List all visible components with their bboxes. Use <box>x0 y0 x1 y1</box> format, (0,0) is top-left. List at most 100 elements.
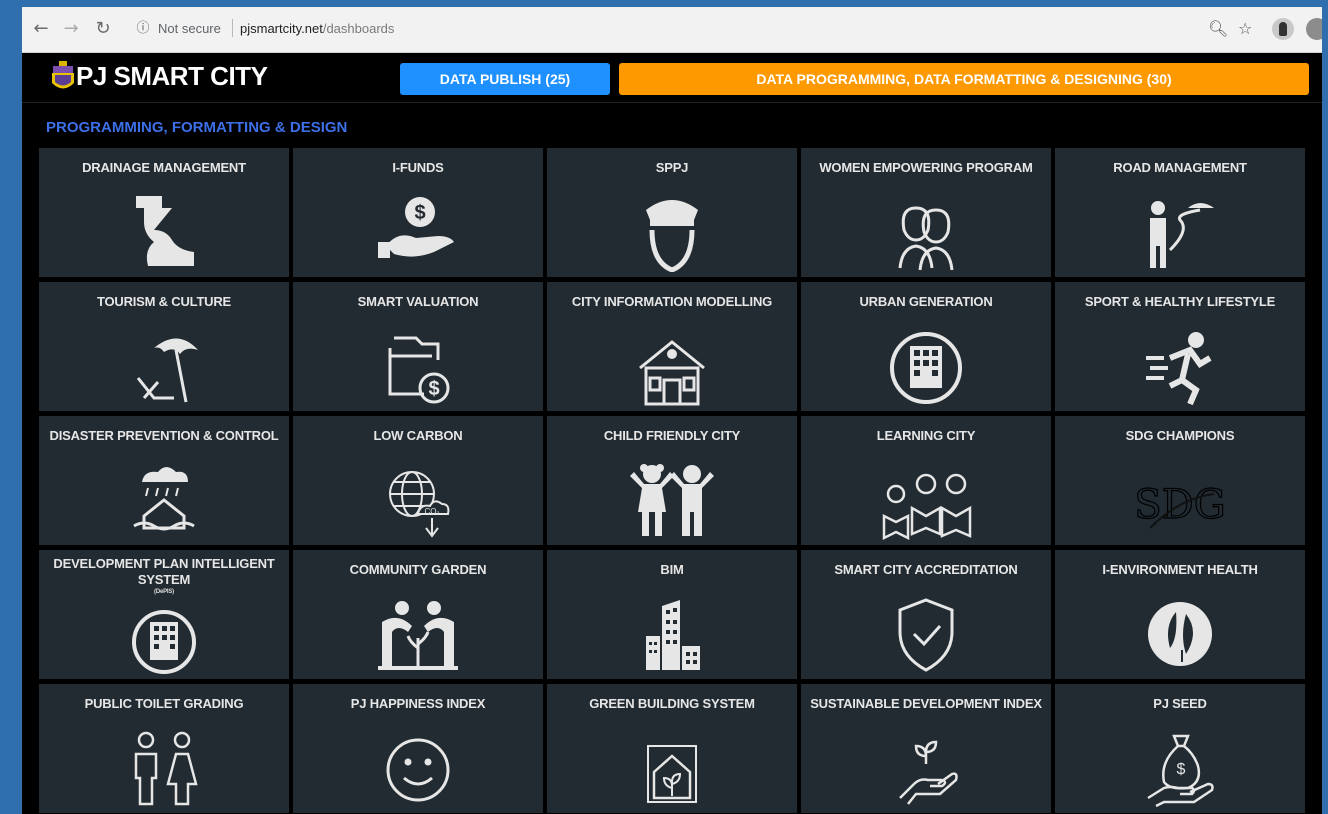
tile-title: SPPJ <box>655 160 689 175</box>
plan-building-icon <box>114 602 214 679</box>
leaf-icon <box>1130 592 1230 674</box>
folder-dollar-icon: $ <box>368 324 468 406</box>
tile-green-building-system[interactable]: GREEN BUILDING SYSTEM <box>547 684 797 813</box>
header-divider <box>22 102 1322 103</box>
tile-title: SUSTAINABLE DEVELOPMENT INDEX <box>810 696 1042 711</box>
tile-i-funds[interactable]: I-FUNDS $ <box>293 148 543 277</box>
data-publish-button[interactable]: DATA PUBLISH (25) <box>400 63 610 95</box>
tile-title: DRAINAGE MANAGEMENT <box>82 160 246 175</box>
tile-tourism-culture[interactable]: TOURISM & CULTURE <box>39 282 289 411</box>
shield-check-icon <box>876 592 976 674</box>
tile-development-plan-intelligent-system[interactable]: DEVELOPMENT PLAN INTELLIGENT SYSTEM (DePI… <box>39 550 289 679</box>
info-icon[interactable]: ⓘ <box>134 20 152 38</box>
tile-title: CHILD FRIENDLY CITY <box>603 428 741 443</box>
section-title: PROGRAMMING, FORMATTING & DESIGN <box>46 119 348 136</box>
dashboard-grid: DRAINAGE MANAGEMENT I-FUNDS $ SPPJ WOMEN… <box>39 148 1305 814</box>
star-icon[interactable]: ☆ <box>1238 19 1252 39</box>
tile-city-information-modelling[interactable]: CITY INFORMATION MODELLING <box>547 282 797 411</box>
tile-sport-healthy-lifestyle[interactable]: SPORT & HEALTHY LIFESTYLE <box>1055 282 1305 411</box>
green-house-icon <box>622 726 722 808</box>
women-icon <box>876 190 976 272</box>
app-title[interactable]: PJ SMART CITY <box>76 61 268 92</box>
tile-title: LOW CARBON <box>373 428 463 443</box>
tile-community-garden[interactable]: COMMUNITY GARDEN <box>293 550 543 679</box>
tile-title: TOURISM & CULTURE <box>96 294 232 309</box>
drainage-icon <box>114 190 214 272</box>
tile-bim[interactable]: BIM <box>547 550 797 679</box>
tile-drainage-management[interactable]: DRAINAGE MANAGEMENT <box>39 148 289 277</box>
sdg-icon: SDG <box>1130 458 1230 540</box>
tile-disaster-prevention-control[interactable]: DISASTER PREVENTION & CONTROL <box>39 416 289 545</box>
tile-i-environment-health[interactable]: I-ENVIRONMENT HEALTH <box>1055 550 1305 679</box>
tile-sdg-champions[interactable]: SDG CHAMPIONS SDG <box>1055 416 1305 545</box>
beach-umbrella-icon <box>114 324 214 406</box>
address-separator <box>232 19 233 37</box>
tile-title: PJ HAPPINESS INDEX <box>350 696 486 711</box>
road-worker-icon <box>1130 190 1230 272</box>
profile-icon[interactable] <box>1306 18 1322 40</box>
building-model-icon <box>622 324 722 406</box>
gardeners-icon <box>368 592 468 674</box>
tile-pj-seed[interactable]: PJ SEED $ <box>1055 684 1305 813</box>
tile-subtitle: (DePIS) <box>154 589 174 595</box>
tile-pj-happiness-index[interactable]: PJ HAPPINESS INDEX <box>293 684 543 813</box>
police-officer-icon <box>622 190 722 273</box>
tile-low-carbon[interactable]: LOW CARBON CO₂ <box>293 416 543 545</box>
toilet-people-icon <box>114 726 214 808</box>
tile-title: BIM <box>660 562 684 577</box>
pj-logo-icon <box>52 61 74 89</box>
runner-icon <box>1130 324 1230 406</box>
browser-toolbar: ← → ↻ ⓘ Not secure pjsmartcity.net/dashb… <box>22 7 1322 53</box>
svg-text:CO₂: CO₂ <box>424 507 439 516</box>
not-secure-label: Not secure <box>158 21 221 36</box>
tile-women-empowering-program[interactable]: WOMEN EMPOWERING PROGRAM <box>801 148 1051 277</box>
tile-smart-city-accreditation[interactable]: SMART CITY ACCREDITATION <box>801 550 1051 679</box>
tile-title: CITY INFORMATION MODELLING <box>571 294 773 309</box>
address-bar-url[interactable]: pjsmartcity.net/dashboards <box>240 21 394 36</box>
tile-title: GREEN BUILDING SYSTEM <box>589 696 755 711</box>
readers-icon <box>876 458 976 541</box>
reload-icon[interactable]: ↻ <box>92 18 114 40</box>
forward-arrow-icon[interactable]: → <box>60 18 82 40</box>
tile-smart-valuation[interactable]: SMART VALUATION $ <box>293 282 543 411</box>
urban-building-icon <box>876 324 976 406</box>
money-bag-icon: $ <box>1130 726 1230 808</box>
tile-title: SDG CHAMPIONS <box>1125 428 1235 443</box>
tile-title: LEARNING CITY <box>876 428 976 443</box>
back-arrow-icon[interactable]: ← <box>30 18 52 40</box>
tile-title: PJ SEED <box>1153 696 1207 711</box>
smiley-icon <box>368 726 468 808</box>
tile-title: DISASTER PREVENTION & CONTROL <box>49 428 279 443</box>
extension-avatar-icon[interactable] <box>1272 18 1294 40</box>
zoom-icon[interactable]: 🔍︎ <box>1208 19 1228 39</box>
tile-title: COMMUNITY GARDEN <box>349 562 487 577</box>
url-path: /dashboards <box>322 21 395 36</box>
tile-title-text: DEVELOPMENT PLAN INTELLIGENT SYSTEM <box>53 556 275 587</box>
svg-text:$: $ <box>428 378 439 400</box>
tile-sustainable-development-index[interactable]: SUSTAINABLE DEVELOPMENT INDEX <box>801 684 1051 813</box>
tile-title: SMART CITY ACCREDITATION <box>834 562 1018 577</box>
tile-title: WOMEN EMPOWERING PROGRAM <box>819 160 1033 175</box>
tile-public-toilet-grading[interactable]: PUBLIC TOILET GRADING <box>39 684 289 813</box>
flood-house-icon <box>114 458 214 540</box>
tile-road-management[interactable]: ROAD MANAGEMENT <box>1055 148 1305 277</box>
tile-title: URBAN GENERATION <box>859 294 993 309</box>
globe-co2-icon: CO₂ <box>368 458 468 540</box>
tile-title: I-FUNDS <box>392 160 444 175</box>
tile-title: SPORT & HEALTHY LIFESTYLE <box>1084 294 1276 309</box>
skyscraper-icon <box>622 592 722 674</box>
tile-title: PUBLIC TOILET GRADING <box>84 696 244 711</box>
tile-child-friendly-city[interactable]: CHILD FRIENDLY CITY <box>547 416 797 545</box>
children-icon <box>622 458 722 540</box>
browser-window: ← → ↻ ⓘ Not secure pjsmartcity.net/dashb… <box>22 7 1322 814</box>
tile-title: DEVELOPMENT PLAN INTELLIGENT SYSTEM (DePI… <box>45 556 283 596</box>
svg-text:$: $ <box>1177 761 1186 778</box>
sprout-hand-icon <box>876 726 976 808</box>
tile-urban-generation[interactable]: URBAN GENERATION <box>801 282 1051 411</box>
tile-learning-city[interactable]: LEARNING CITY <box>801 416 1051 545</box>
tile-title: I-ENVIRONMENT HEALTH <box>1102 562 1258 577</box>
tile-title: SMART VALUATION <box>357 294 479 309</box>
data-programming-button[interactable]: DATA PROGRAMMING, DATA FORMATTING & DESI… <box>619 63 1309 95</box>
svg-text:$: $ <box>414 202 425 224</box>
tile-sppj[interactable]: SPPJ <box>547 148 797 277</box>
